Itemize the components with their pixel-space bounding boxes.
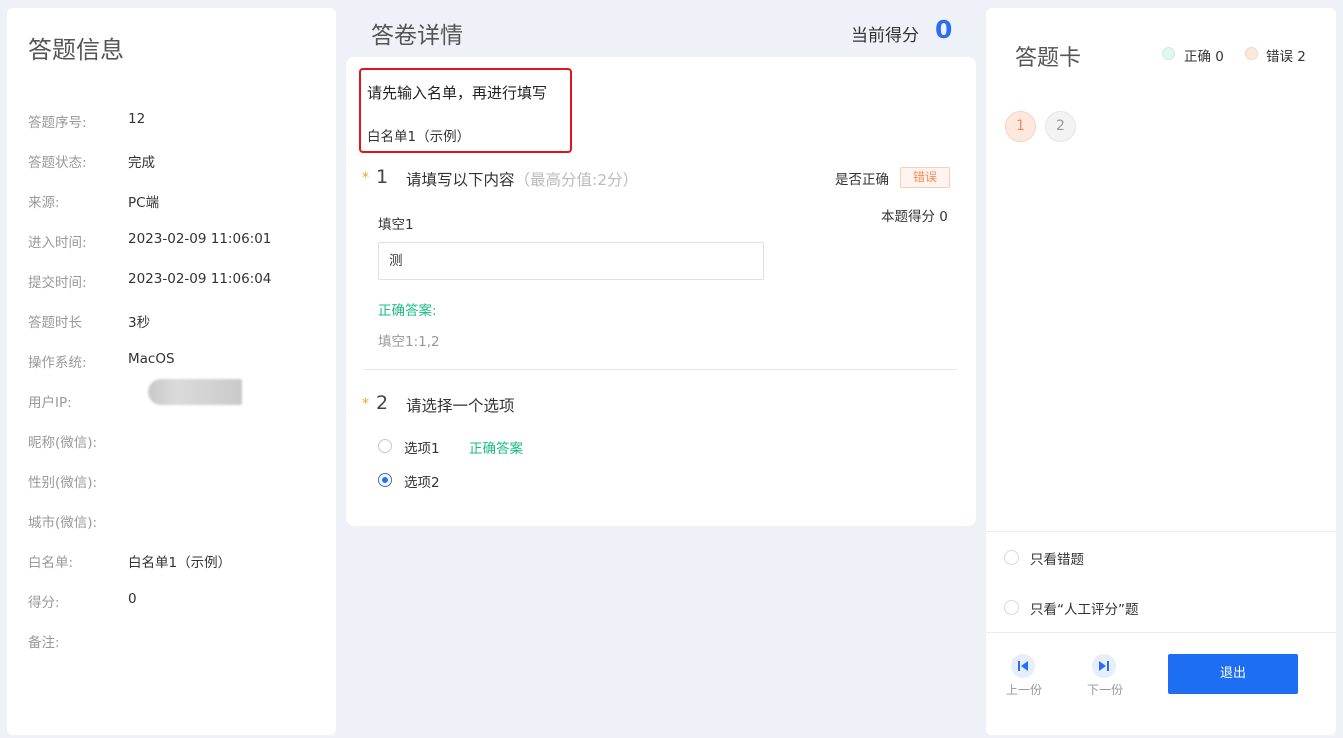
info-label: 操作系统: — [28, 355, 87, 371]
info-label: 昵称(微信): — [28, 435, 98, 451]
answer-detail-title: 答卷详情 — [371, 23, 463, 49]
question-title: 请填写以下内容（最高分值:2分） — [406, 168, 638, 190]
info-label: 答题序号: — [28, 115, 87, 131]
filter-wrong-only-label[interactable]: 只看错题 — [1030, 548, 1084, 568]
question-number: 1 — [376, 166, 389, 188]
fill-blank-label: 填空1 — [378, 217, 414, 233]
option-radio-1[interactable] — [378, 439, 392, 453]
info-label: 来源: — [28, 195, 60, 211]
legend-correct-dot — [1162, 47, 1175, 60]
info-value: 白名单1（示例） — [128, 555, 232, 571]
question-max-score-hint: （最高分值:2分） — [514, 171, 639, 189]
option-radio-2[interactable] — [378, 473, 392, 487]
info-label: 提交时间: — [28, 275, 87, 291]
option-label: 选项1 — [404, 441, 440, 457]
prev-submission-label[interactable]: 上一份 — [1006, 681, 1042, 698]
required-star: * — [362, 170, 369, 186]
current-score-value: 0 — [935, 15, 953, 44]
answer-card-title: 答题卡 — [1015, 46, 1082, 71]
info-value: 3秒 — [128, 315, 151, 331]
wrong-status-badge: 错误 — [900, 167, 950, 188]
filter-wrong-only-radio[interactable] — [1004, 550, 1019, 565]
info-label: 答题状态: — [28, 155, 87, 171]
question-number: 2 — [376, 392, 389, 414]
correct-answer-marker: 正确答案 — [469, 441, 523, 457]
answer-info-title: 答题信息 — [28, 36, 124, 64]
legend-correct-label: 正确 0 — [1184, 49, 1224, 65]
info-label: 白名单: — [28, 555, 74, 571]
correct-answer-label: 正确答案: — [378, 303, 437, 319]
answer-card-item-1[interactable]: 1 — [1005, 111, 1036, 142]
ip-redacted-blur — [148, 379, 242, 405]
answer-card-panel — [986, 8, 1336, 735]
next-submission-label[interactable]: 下一份 — [1087, 681, 1123, 698]
whitelist-notice-title: 请先输入名单，再进行填写 — [367, 84, 548, 102]
whitelist-notice-value: 白名单1（示例） — [367, 129, 471, 145]
filter-manual-grade-label[interactable]: 只看“人工评分”题 — [1030, 598, 1139, 618]
info-value: 完成 — [128, 155, 155, 171]
legend-wrong-label: 错误 2 — [1266, 49, 1306, 65]
question-divider — [364, 369, 957, 370]
skip-forward-icon — [1099, 661, 1109, 671]
fill-blank-answer-field: 测 — [378, 242, 764, 280]
info-label: 城市(微信): — [28, 515, 98, 531]
prev-submission-button[interactable] — [1011, 654, 1035, 678]
question-title: 请选择一个选项 — [406, 397, 515, 415]
answer-card-item-2[interactable]: 2 — [1045, 111, 1076, 142]
info-value: PC端 — [128, 195, 160, 211]
panel-divider — [986, 531, 1336, 532]
filter-manual-grade-radio[interactable] — [1004, 600, 1019, 615]
is-correct-label: 是否正确 — [835, 172, 889, 188]
info-label: 答题时长 — [28, 315, 82, 331]
info-label: 得分: — [28, 595, 60, 611]
info-value: 0 — [128, 591, 137, 607]
panel-divider — [986, 632, 1336, 633]
info-label: 用户IP: — [28, 395, 72, 411]
info-value: 2023-02-09 11:06:01 — [128, 231, 272, 247]
current-score-label: 当前得分 — [851, 26, 919, 46]
info-label: 进入时间: — [28, 235, 87, 251]
option-label: 选项2 — [404, 475, 440, 491]
legend-wrong-dot — [1245, 47, 1258, 60]
info-value: 2023-02-09 11:06:04 — [128, 271, 272, 287]
required-star: * — [362, 396, 369, 412]
next-submission-button[interactable] — [1092, 654, 1116, 678]
info-label: 性别(微信): — [28, 475, 98, 491]
correct-answer-value: 填空1:1,2 — [378, 334, 440, 350]
question-title-text: 请填写以下内容 — [406, 171, 515, 189]
info-value: MacOS — [128, 351, 175, 367]
question-score: 本题得分 0 — [881, 209, 948, 225]
info-value: 12 — [128, 111, 146, 127]
skip-back-icon — [1018, 661, 1028, 671]
info-label: 备注: — [28, 635, 60, 651]
exit-button[interactable]: 退出 — [1168, 654, 1298, 694]
